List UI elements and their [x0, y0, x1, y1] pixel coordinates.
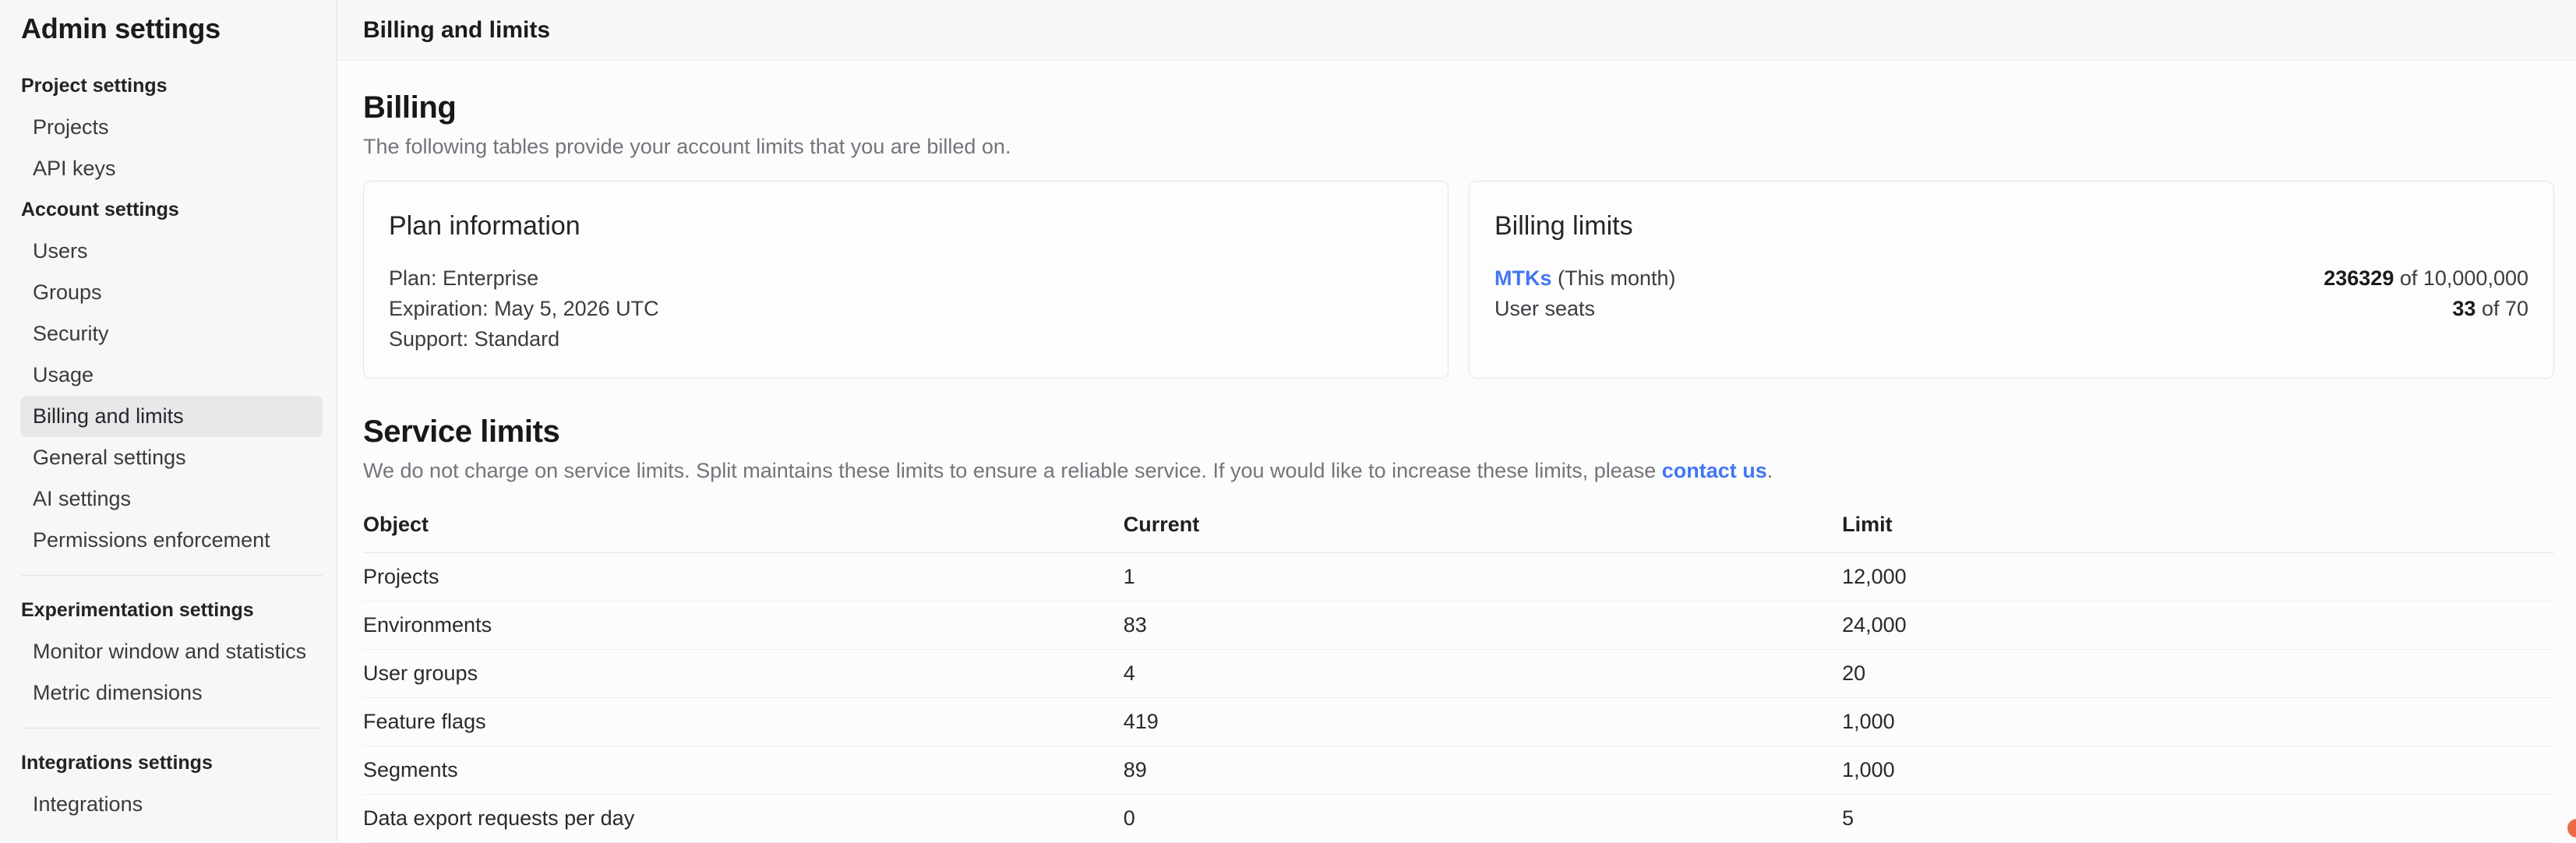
- object-cell: Feature flags: [363, 698, 1124, 746]
- sidebar-item-billing-and-limits[interactable]: Billing and limits: [20, 396, 323, 437]
- limit-cell: 20: [1842, 650, 2554, 698]
- mtks-limit-row: MTKs (This month) 236329 of 10,000,000: [1494, 263, 2528, 294]
- limit-cell: 12,000: [1842, 553, 2554, 601]
- service-limits-heading: Service limits: [363, 414, 2554, 450]
- object-cell: Projects: [363, 553, 1124, 601]
- current-cell: 0: [1124, 795, 1842, 843]
- page-content: Billing The following tables provide you…: [337, 61, 2576, 843]
- object-cell: Environments: [363, 601, 1124, 650]
- mtks-value: 236329 of 10,000,000: [2324, 263, 2528, 294]
- sidebar-divider: [21, 575, 323, 576]
- page-header: Billing and limits: [337, 0, 2576, 61]
- billing-limits-card: Billing limits MTKs (This month) 236329 …: [1469, 181, 2554, 379]
- sidebar-section-account-settings: Account settings: [21, 189, 323, 231]
- column-header-object: Object: [363, 502, 1124, 553]
- mtks-used: 236329: [2324, 266, 2394, 290]
- billing-subtitle: The following tables provide your accoun…: [363, 135, 2554, 159]
- object-cell: Segments: [363, 746, 1124, 795]
- sidebar-item-api-keys[interactable]: API keys: [20, 148, 323, 189]
- sidebar-item-metric-dimensions[interactable]: Metric dimensions: [20, 672, 323, 714]
- main-panel: Billing and limits Billing The following…: [337, 0, 2576, 841]
- sidebar-item-monitor-window-and-statistics[interactable]: Monitor window and statistics: [20, 631, 323, 672]
- sidebar-item-general-settings[interactable]: General settings: [20, 437, 323, 478]
- limit-cell: 24,000: [1842, 601, 2554, 650]
- sidebar-item-usage[interactable]: Usage: [20, 354, 323, 396]
- sidebar-item-groups[interactable]: Groups: [20, 272, 323, 313]
- limit-cell: 1,000: [1842, 698, 2554, 746]
- sidebar-item-ai-settings[interactable]: AI settings: [20, 478, 323, 520]
- plan-information-card: Plan information Plan: Enterprise Expira…: [363, 181, 1449, 379]
- mtks-total: of 10,000,000: [2394, 266, 2528, 290]
- mtks-label: MTKs (This month): [1494, 263, 1676, 294]
- billing-heading: Billing: [363, 90, 2554, 125]
- current-cell: 419: [1124, 698, 1842, 746]
- user-seats-label: User seats: [1494, 294, 1595, 324]
- column-header-limit: Limit: [1842, 502, 2554, 553]
- user-seats-used: 33: [2452, 297, 2475, 320]
- table-row: User groups 4 20: [363, 650, 2554, 698]
- user-seats-total: of 70: [2475, 297, 2528, 320]
- table-row: Feature flags 419 1,000: [363, 698, 2554, 746]
- contact-us-link[interactable]: contact us: [1662, 459, 1767, 482]
- limit-cell: 5: [1842, 795, 2554, 843]
- sidebar-item-projects[interactable]: Projects: [20, 107, 323, 148]
- table-row: Segments 89 1,000: [363, 746, 2554, 795]
- current-cell: 4: [1124, 650, 1842, 698]
- table-row: Projects 1 12,000: [363, 553, 2554, 601]
- table-row: Data export requests per day 0 5: [363, 795, 2554, 843]
- support-line: Support: Standard: [389, 324, 1423, 354]
- subtitle-text: We do not charge on service limits. Spli…: [363, 459, 1662, 482]
- sidebar-section-integrations-settings: Integrations settings: [21, 742, 323, 784]
- admin-settings-sidebar: Admin settings Project settings Projects…: [0, 0, 337, 841]
- billing-section: Billing The following tables provide you…: [363, 90, 2554, 379]
- limit-cell: 1,000: [1842, 746, 2554, 795]
- current-cell: 83: [1124, 601, 1842, 650]
- table-header-row: Object Current Limit: [363, 502, 2554, 553]
- sidebar-item-permissions-enforcement[interactable]: Permissions enforcement: [20, 520, 323, 561]
- user-seats-value: 33 of 70: [2452, 294, 2528, 324]
- mtks-label-suffix: (This month): [1552, 266, 1676, 290]
- service-limits-subtitle: We do not charge on service limits. Spli…: [363, 459, 2554, 483]
- subtitle-period: .: [1767, 459, 1773, 482]
- expiration-line: Expiration: May 5, 2026 UTC: [389, 294, 1423, 324]
- sidebar-item-users[interactable]: Users: [20, 231, 323, 272]
- column-header-current: Current: [1124, 502, 1842, 553]
- plan-line: Plan: Enterprise: [389, 263, 1423, 294]
- object-cell: Data export requests per day: [363, 795, 1124, 843]
- table-row: Environments 83 24,000: [363, 601, 2554, 650]
- sidebar-section-project-settings: Project settings: [21, 65, 323, 107]
- object-cell: User groups: [363, 650, 1124, 698]
- user-seats-limit-row: User seats 33 of 70: [1494, 294, 2528, 324]
- sidebar-section-experimentation-settings: Experimentation settings: [21, 590, 323, 631]
- service-limits-section: Service limits We do not charge on servi…: [363, 414, 2554, 843]
- current-cell: 89: [1124, 746, 1842, 795]
- plan-information-title: Plan information: [389, 211, 1423, 242]
- service-limits-table: Object Current Limit Projects 1 12,000 E…: [363, 502, 2554, 843]
- sidebar-item-security[interactable]: Security: [20, 313, 323, 354]
- billing-limits-title: Billing limits: [1494, 211, 2528, 242]
- sidebar-title: Admin settings: [21, 12, 323, 45]
- current-cell: 1: [1124, 553, 1842, 601]
- mtks-link[interactable]: MTKs: [1494, 266, 1552, 290]
- billing-cards: Plan information Plan: Enterprise Expira…: [363, 181, 2554, 379]
- page-title: Billing and limits: [363, 17, 550, 44]
- sidebar-item-integrations[interactable]: Integrations: [20, 784, 323, 825]
